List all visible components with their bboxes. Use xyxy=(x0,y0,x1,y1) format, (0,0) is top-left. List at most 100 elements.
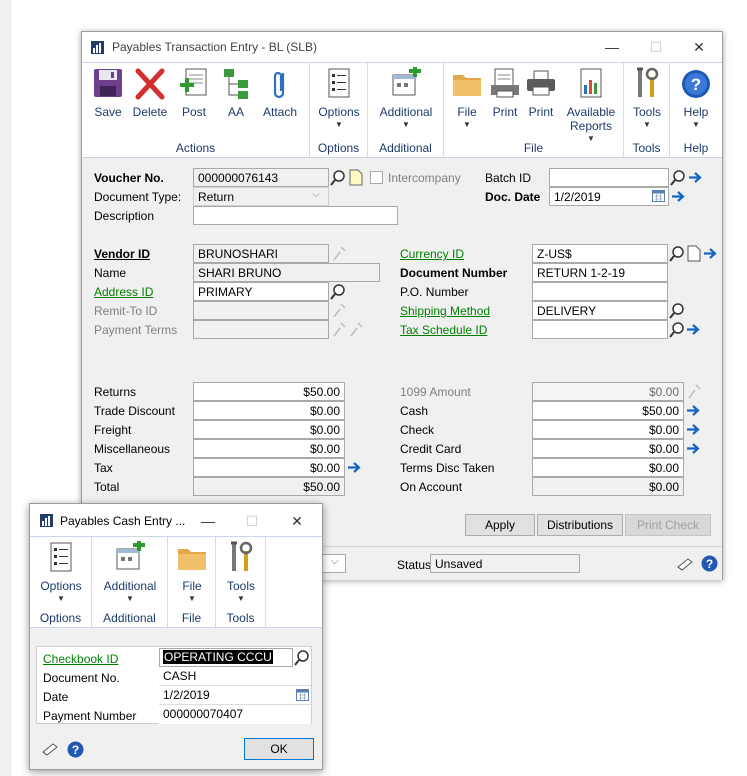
popup-window-title: Payables Cash Entry ... xyxy=(60,514,186,528)
description-field[interactable] xyxy=(193,206,398,225)
apply-button[interactable]: Apply xyxy=(465,514,535,536)
miscellaneous-amount[interactable]: $0.00 xyxy=(193,439,345,458)
credit-card-amount[interactable]: $0.00 xyxy=(532,439,684,458)
vendor-id-label[interactable]: Vendor ID xyxy=(94,247,150,261)
new-document-icon[interactable] xyxy=(685,245,702,262)
distributions-button[interactable]: Distributions xyxy=(537,514,623,536)
tax-schedule-field[interactable] xyxy=(532,320,668,339)
lookup-icon[interactable] xyxy=(669,245,686,262)
chevron-down-icon: ⌵ xyxy=(312,189,320,200)
minimize-button[interactable]: — xyxy=(602,38,622,56)
options-button[interactable]: Options ▼ xyxy=(314,67,364,129)
freight-amount[interactable]: $0.00 xyxy=(193,420,345,439)
returns-amount[interactable]: $50.00 xyxy=(193,382,345,401)
lookup-icon[interactable] xyxy=(669,302,686,319)
batch-id-field[interactable] xyxy=(549,168,669,187)
minimize-button[interactable]: — xyxy=(198,512,218,530)
currency-id-link[interactable]: Currency ID xyxy=(400,247,464,261)
vendor-name-field: SHARI BRUNO xyxy=(193,263,380,282)
lookup-icon[interactable] xyxy=(294,649,311,666)
note-pencil-icon[interactable] xyxy=(42,742,59,757)
file-button[interactable]: File ▼ xyxy=(450,67,484,129)
tools-icon xyxy=(231,541,253,571)
ribbon-group-label: Tools xyxy=(632,141,661,155)
available-reports-button[interactable]: Available Reports ▼ xyxy=(562,67,620,143)
trade-discount-amount[interactable]: $0.00 xyxy=(193,401,345,420)
shipping-method-field[interactable]: DELIVERY xyxy=(532,301,668,320)
new-note-icon[interactable] xyxy=(347,169,364,186)
cash-entry-form: Checkbook ID OPERATING CCCU Document No.… xyxy=(30,628,322,730)
tools-button[interactable]: Tools ▼ xyxy=(222,541,260,603)
address-id-link[interactable]: Address ID xyxy=(94,285,153,299)
lookup-icon[interactable] xyxy=(330,283,347,300)
title-bar[interactable]: Payables Transaction Entry - BL (SLB) — … xyxy=(82,32,722,62)
cash-amount[interactable]: $50.00 xyxy=(532,401,684,420)
expand-arrow-icon[interactable] xyxy=(685,440,702,457)
ribbon-group-tools: Tools ▼ Tools xyxy=(216,537,266,627)
checkbook-id-field[interactable]: OPERATING CCCU xyxy=(159,648,293,667)
aa-button[interactable]: AA xyxy=(218,67,254,119)
expand-arrow-icon[interactable] xyxy=(670,188,687,205)
terms-disc-taken-amount[interactable]: $0.00 xyxy=(532,458,684,477)
note-pencil-icon[interactable] xyxy=(677,557,694,572)
additional-button[interactable]: Additional ▼ xyxy=(96,541,164,603)
maximize-button[interactable]: ☐ xyxy=(242,512,262,530)
ribbon-group-file: File ▼ Print Print Available Reports ▼ F… xyxy=(444,63,624,157)
vendor-id-field[interactable]: BRUNOSHARI xyxy=(193,244,329,263)
maximize-button[interactable]: ☐ xyxy=(646,38,666,56)
expand-arrow-icon[interactable] xyxy=(685,421,702,438)
lookup-icon[interactable] xyxy=(670,169,687,186)
print-preview-button[interactable]: Print xyxy=(488,67,522,119)
options-button[interactable]: Options ▼ xyxy=(36,541,86,603)
help-icon[interactable]: ? xyxy=(67,741,84,758)
ok-button[interactable]: OK xyxy=(244,738,314,760)
document-type-select[interactable]: Return xyxy=(193,187,329,206)
post-document-icon xyxy=(180,68,207,96)
tools-button[interactable]: Tools ▼ xyxy=(628,67,666,129)
post-button[interactable]: Post xyxy=(176,67,212,119)
expand-arrow-icon[interactable] xyxy=(685,402,702,419)
check-amount[interactable]: $0.00 xyxy=(532,420,684,439)
additional-button[interactable]: Additional ▼ xyxy=(372,67,440,129)
close-button[interactable]: ✕ xyxy=(287,512,307,530)
file-button[interactable]: File ▼ xyxy=(174,541,210,603)
po-number-field[interactable] xyxy=(532,282,668,301)
expand-arrow-icon[interactable] xyxy=(346,459,363,476)
voucher-no-field[interactable]: 000000076143 xyxy=(193,168,329,187)
expand-arrow-icon[interactable] xyxy=(702,245,719,262)
checkbook-id-link[interactable]: Checkbook ID xyxy=(43,652,118,666)
attach-button[interactable]: Attach xyxy=(260,67,300,119)
document-number-field[interactable]: RETURN 1-2-19 xyxy=(532,263,668,282)
delete-button[interactable]: Delete xyxy=(130,67,170,119)
address-id-field[interactable]: PRIMARY xyxy=(193,282,329,301)
intercompany-checkbox[interactable] xyxy=(370,171,383,184)
date-field[interactable]: 1/2/2019 xyxy=(159,686,311,705)
expand-arrow-icon[interactable] xyxy=(685,321,702,338)
help-icon[interactable]: ? xyxy=(701,555,718,572)
doc-date-field[interactable]: 1/2/2019 xyxy=(549,187,669,206)
returns-label: Returns xyxy=(94,385,137,399)
currency-id-field[interactable]: Z-US$ xyxy=(532,244,668,263)
lookup-icon[interactable] xyxy=(669,321,686,338)
on-account-amount: $0.00 xyxy=(532,477,684,496)
ribbon-group-label: Options xyxy=(39,611,82,625)
total-label: Total xyxy=(94,480,120,494)
shipping-method-link[interactable]: Shipping Method xyxy=(400,304,490,318)
on-account-label: On Account xyxy=(400,480,463,494)
lookup-icon[interactable] xyxy=(330,169,347,186)
calendar-icon[interactable] xyxy=(296,689,309,701)
expand-arrow-icon[interactable] xyxy=(687,169,704,186)
print-check-button[interactable]: Print Check xyxy=(625,514,711,536)
document-no-field[interactable]: CASH xyxy=(159,667,311,686)
calendar-icon[interactable] xyxy=(652,190,665,202)
print-button[interactable]: Print xyxy=(524,67,558,119)
status-label: Status xyxy=(397,558,432,572)
svg-text:?: ? xyxy=(691,75,701,94)
save-button[interactable]: Save xyxy=(90,67,126,119)
tax-amount[interactable]: $0.00 xyxy=(193,458,345,477)
close-button[interactable]: ✕ xyxy=(689,38,709,56)
tax-schedule-link[interactable]: Tax Schedule ID xyxy=(400,323,487,337)
popup-title-bar[interactable]: Payables Cash Entry ... — ☐ ✕ xyxy=(30,504,322,536)
dropdown-caret-icon: ▼ xyxy=(57,594,65,603)
help-button[interactable]: ? Help ▼ xyxy=(676,67,716,129)
